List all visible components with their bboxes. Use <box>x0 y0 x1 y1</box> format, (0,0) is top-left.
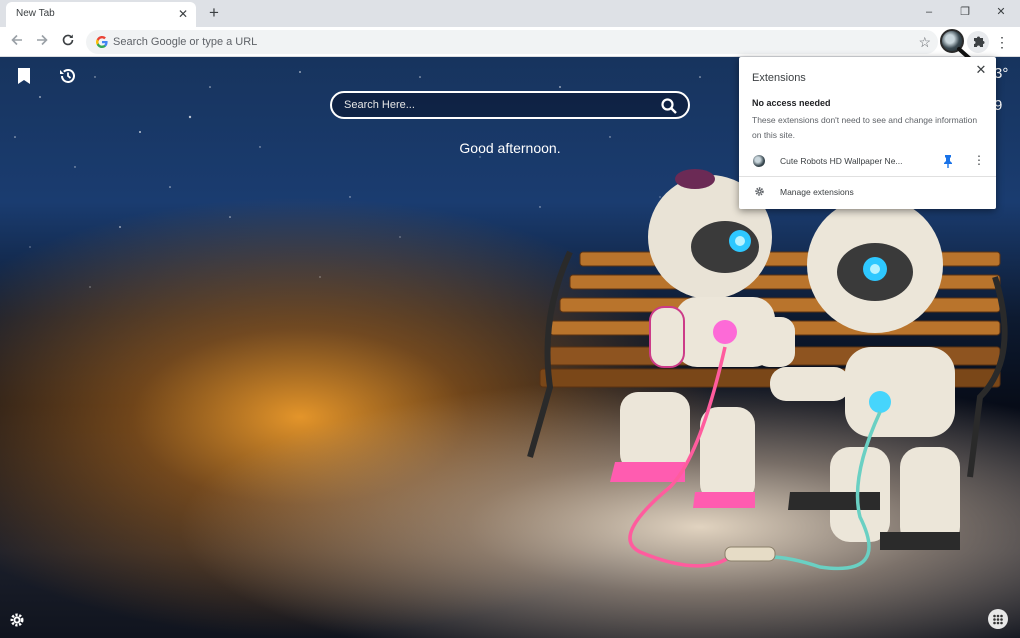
pin-icon[interactable] <box>942 154 954 168</box>
gear-icon[interactable] <box>8 611 26 629</box>
gear-icon <box>755 187 764 196</box>
arrow-right-icon[interactable] <box>33 33 51 51</box>
close-window-button[interactable]: ✕ <box>990 3 1012 21</box>
extension-item-name[interactable]: Cute Robots HD Wallpaper Ne... <box>780 156 930 166</box>
browser-toolbar: Search Google or type a URL ☆ ⋮ <box>0 27 1020 57</box>
search-icon[interactable] <box>660 97 678 115</box>
search-input[interactable]: Search Here... <box>330 91 690 119</box>
greeting-text: Good afternoon. <box>459 140 561 156</box>
kebab-menu-icon[interactable]: ⋮ <box>995 33 1009 51</box>
minimize-button[interactable]: – <box>918 3 940 21</box>
tab-strip: New Tab ✕ + – ❐ ✕ <box>0 0 1020 27</box>
apps-grid-icon[interactable] <box>988 609 1008 629</box>
close-icon[interactable]: ✕ <box>177 8 189 20</box>
reload-icon[interactable] <box>59 33 77 51</box>
popup-title: Extensions <box>752 72 806 84</box>
search-placeholder: Search Here... <box>344 99 415 111</box>
bookmark-icon[interactable] <box>16 67 32 85</box>
weather-temperature: 3° <box>994 65 1009 82</box>
tab-new-tab[interactable]: New Tab ✕ <box>6 2 196 27</box>
manage-extensions-link[interactable]: Manage extensions <box>780 187 854 197</box>
star-icon[interactable]: ☆ <box>918 33 931 51</box>
restore-button[interactable]: ❐ <box>954 3 976 21</box>
robots-wallpaper-illustration <box>527 169 1008 571</box>
extensions-popup: Extensions ✕ No access needed These exte… <box>739 57 996 209</box>
robot-extension-icon <box>753 155 765 167</box>
tab-title: New Tab <box>16 8 55 19</box>
omnibox[interactable]: Search Google or type a URL ☆ <box>86 30 938 54</box>
kebab-menu-icon[interactable]: ⋮ <box>973 152 985 168</box>
section-description: These extensions don't need to see and c… <box>752 115 978 140</box>
divider <box>739 176 996 177</box>
google-g-icon <box>96 36 108 48</box>
close-icon[interactable]: ✕ <box>974 63 988 77</box>
history-icon[interactable] <box>58 66 78 86</box>
arrow-left-icon[interactable] <box>8 33 26 51</box>
omnibox-placeholder: Search Google or type a URL <box>113 36 258 48</box>
plus-icon[interactable]: + <box>205 4 223 22</box>
section-heading: No access needed <box>752 98 831 108</box>
